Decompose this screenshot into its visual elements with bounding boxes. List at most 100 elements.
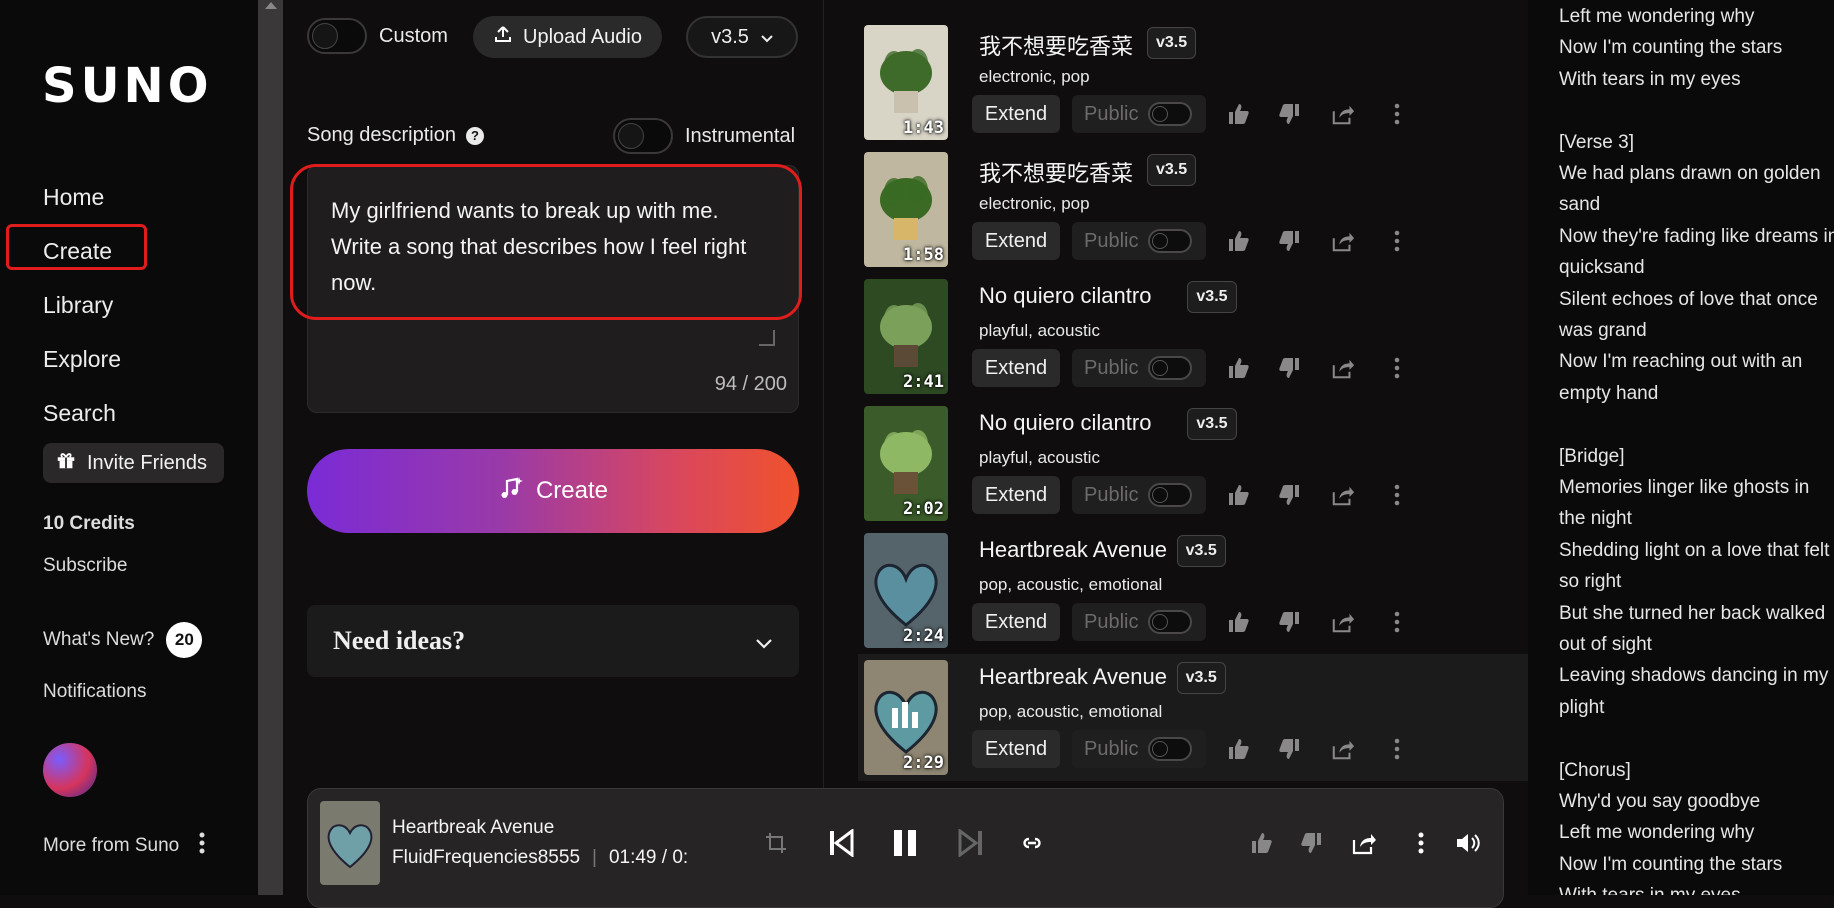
loop-icon[interactable] (1020, 829, 1044, 857)
song-row[interactable]: 2:29 Heartbreak Avenue v3.5 pop, acousti… (858, 654, 1528, 781)
song-description-heading: Song description ? (307, 124, 484, 147)
whats-new-link[interactable]: What's New? 20 (43, 622, 203, 658)
suno-logo[interactable]: SUNO (42, 58, 213, 114)
nav-explore[interactable]: Explore (43, 346, 121, 373)
public-switch[interactable] (1148, 483, 1193, 507)
more-options-icon[interactable] (1418, 829, 1424, 857)
nav-home[interactable]: Home (43, 184, 104, 211)
song-row[interactable]: 2:41 No quiero cilantro v3.5 playful, ac… (858, 273, 1528, 400)
thumbs-down-icon[interactable] (1276, 228, 1302, 254)
skip-previous-icon[interactable] (828, 829, 854, 857)
song-row[interactable]: 1:43 我不想要吃香菜 v3.5 electronic, pop Extend… (858, 19, 1528, 146)
song-title[interactable]: Heartbreak Avenue (979, 664, 1167, 690)
extend-button[interactable]: Extend (972, 603, 1060, 641)
more-options-icon[interactable] (1384, 482, 1410, 508)
share-icon[interactable] (1330, 736, 1356, 762)
instrumental-toggle[interactable] (613, 118, 673, 154)
need-ideas-accordion[interactable]: Need ideas? (307, 605, 799, 677)
public-switch[interactable] (1148, 356, 1193, 380)
public-toggle[interactable]: Public (1072, 476, 1206, 514)
thumbs-up-icon[interactable] (1226, 736, 1252, 762)
thumbs-down-icon[interactable] (1276, 482, 1302, 508)
more-options-icon[interactable] (1384, 228, 1410, 254)
public-toggle[interactable]: Public (1072, 222, 1206, 260)
crop-icon[interactable] (765, 829, 787, 857)
extend-button[interactable]: Extend (972, 349, 1060, 387)
notifications-link[interactable]: Notifications (43, 681, 147, 703)
vertical-dots-icon[interactable] (199, 832, 205, 860)
thumbs-up-icon[interactable] (1226, 228, 1252, 254)
custom-toggle[interactable] (307, 18, 367, 54)
share-icon[interactable] (1351, 829, 1377, 857)
public-switch[interactable] (1148, 610, 1193, 634)
thumbs-down-icon[interactable] (1276, 736, 1302, 762)
more-options-icon[interactable] (1384, 355, 1410, 381)
skip-next-icon[interactable] (958, 829, 984, 857)
song-title[interactable]: No quiero cilantro (979, 410, 1151, 436)
resize-handle-icon[interactable] (759, 330, 775, 346)
song-cover-art[interactable]: 2:29 (864, 660, 948, 775)
share-icon[interactable] (1330, 482, 1356, 508)
song-row[interactable]: 1:58 我不想要吃香菜 v3.5 electronic, pop Extend… (858, 146, 1528, 273)
player-artist[interactable]: FluidFrequencies8555 (392, 847, 580, 869)
public-toggle[interactable]: Public (1072, 95, 1206, 133)
extend-button[interactable]: Extend (972, 95, 1060, 133)
more-options-icon[interactable] (1384, 609, 1410, 635)
song-row[interactable]: 2:24 Heartbreak Avenue v3.5 pop, acousti… (858, 527, 1528, 654)
song-cover-art[interactable]: 1:43 (864, 25, 948, 140)
share-icon[interactable] (1330, 355, 1356, 381)
thumbs-down-icon[interactable] (1276, 355, 1302, 381)
nav-search[interactable]: Search (43, 400, 116, 427)
avatar[interactable] (43, 743, 97, 797)
public-toggle[interactable]: Public (1072, 349, 1206, 387)
thumbs-down-icon[interactable] (1299, 829, 1323, 857)
song-title[interactable]: Heartbreak Avenue (979, 537, 1167, 563)
song-title[interactable]: 我不想要吃香菜 (979, 156, 1133, 188)
more-from-suno[interactable]: More from Suno (43, 832, 205, 860)
public-switch[interactable] (1148, 737, 1193, 761)
invite-friends-button[interactable]: Invite Friends (43, 443, 224, 483)
thumbs-down-icon[interactable] (1276, 609, 1302, 635)
song-cover-art[interactable]: 2:41 (864, 279, 948, 394)
song-cover-art[interactable]: 2:24 (864, 533, 948, 648)
song-cover-art[interactable]: 2:02 (864, 406, 948, 521)
extend-button[interactable]: Extend (972, 730, 1060, 768)
help-icon[interactable]: ? (465, 126, 484, 145)
public-toggle[interactable]: Public (1072, 730, 1206, 768)
public-toggle[interactable]: Public (1072, 603, 1206, 641)
song-title[interactable]: No quiero cilantro (979, 283, 1151, 309)
extend-button[interactable]: Extend (972, 222, 1060, 260)
upload-audio-button[interactable]: Upload Audio (473, 16, 662, 58)
thumbs-up-icon[interactable] (1250, 829, 1274, 857)
scroll-up-icon[interactable] (265, 2, 277, 9)
thumbs-up-icon[interactable] (1226, 101, 1252, 127)
lyrics-line: Shedding light on a love that felt (1559, 539, 1830, 561)
pause-icon[interactable] (893, 829, 917, 857)
public-switch[interactable] (1148, 229, 1193, 253)
player-song-title[interactable]: Heartbreak Avenue (392, 817, 554, 839)
share-icon[interactable] (1330, 609, 1356, 635)
share-icon[interactable] (1330, 101, 1356, 127)
thumbs-down-icon[interactable] (1276, 101, 1302, 127)
song-cover-art[interactable]: 1:58 (864, 152, 948, 267)
lyrics-line: [Verse 3] (1559, 131, 1634, 153)
version-select[interactable]: v3.5 (686, 16, 798, 58)
more-options-icon[interactable] (1384, 101, 1410, 127)
public-switch[interactable] (1148, 102, 1193, 126)
nav-library[interactable]: Library (43, 292, 113, 319)
thumbs-up-icon[interactable] (1226, 355, 1252, 381)
sidebar-scrollbar[interactable] (258, 0, 283, 895)
thumbs-up-icon[interactable] (1226, 609, 1252, 635)
create-button[interactable]: Create (307, 449, 799, 533)
share-icon[interactable] (1330, 228, 1356, 254)
player-cover-art[interactable] (320, 801, 380, 885)
song-tags: pop, acoustic, emotional (979, 575, 1163, 594)
song-title[interactable]: 我不想要吃香菜 (979, 29, 1133, 61)
more-options-icon[interactable] (1384, 736, 1410, 762)
subscribe-link[interactable]: Subscribe (43, 555, 128, 577)
thumbs-up-icon[interactable] (1226, 482, 1252, 508)
song-duration: 2:24 (903, 626, 944, 646)
song-row[interactable]: 2:02 No quiero cilantro v3.5 playful, ac… (858, 400, 1528, 527)
extend-button[interactable]: Extend (972, 476, 1060, 514)
volume-icon[interactable] (1455, 829, 1481, 857)
